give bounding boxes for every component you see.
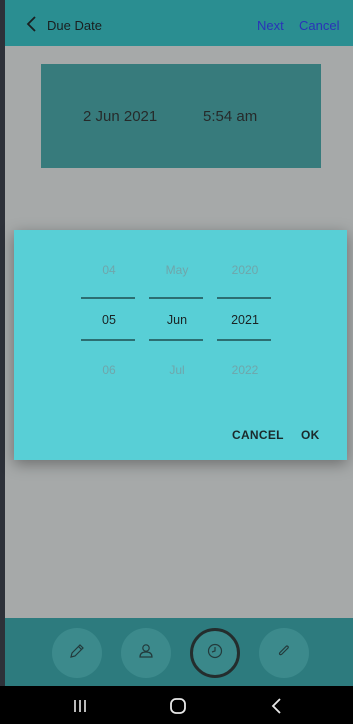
month-prev[interactable]: May — [149, 263, 205, 277]
back-icon[interactable] — [265, 694, 289, 718]
year-column[interactable]: 2020 2021 2022 — [217, 230, 273, 430]
year-divider-top — [217, 297, 271, 299]
day-divider-top — [81, 297, 135, 299]
back-arrow-icon[interactable] — [23, 14, 43, 34]
recents-icon[interactable] — [68, 694, 92, 718]
date-picker-dialog: 04 05 06 May Jun Jul 2020 2021 2022 CANC… — [14, 230, 347, 460]
day-column[interactable]: 04 05 06 — [81, 230, 137, 430]
month-divider-top — [149, 297, 203, 299]
month-divider-bottom — [149, 339, 203, 341]
system-nav-bar — [0, 686, 353, 724]
day-next[interactable]: 06 — [81, 363, 137, 377]
year-next[interactable]: 2022 — [217, 363, 273, 377]
month-selected[interactable]: Jun — [149, 313, 205, 327]
day-selected[interactable]: 05 — [81, 313, 137, 327]
day-divider-bottom — [81, 339, 135, 341]
top-bar: Due Date Next Cancel — [5, 0, 353, 46]
home-icon[interactable] — [166, 694, 190, 718]
cancel-button[interactable]: Cancel — [299, 18, 339, 33]
page-title: Due Date — [47, 18, 102, 33]
day-prev[interactable]: 04 — [81, 263, 137, 277]
dialog-ok-button[interactable]: OK — [301, 428, 320, 442]
year-prev[interactable]: 2020 — [217, 263, 273, 277]
bottom-bar-scrim — [5, 618, 353, 686]
month-next[interactable]: Jul — [149, 363, 205, 377]
year-divider-bottom — [217, 339, 271, 341]
month-column[interactable]: May Jun Jul — [149, 230, 205, 430]
next-button[interactable]: Next — [257, 18, 284, 33]
year-selected[interactable]: 2021 — [217, 313, 273, 327]
dialog-cancel-button[interactable]: CANCEL — [232, 428, 284, 442]
